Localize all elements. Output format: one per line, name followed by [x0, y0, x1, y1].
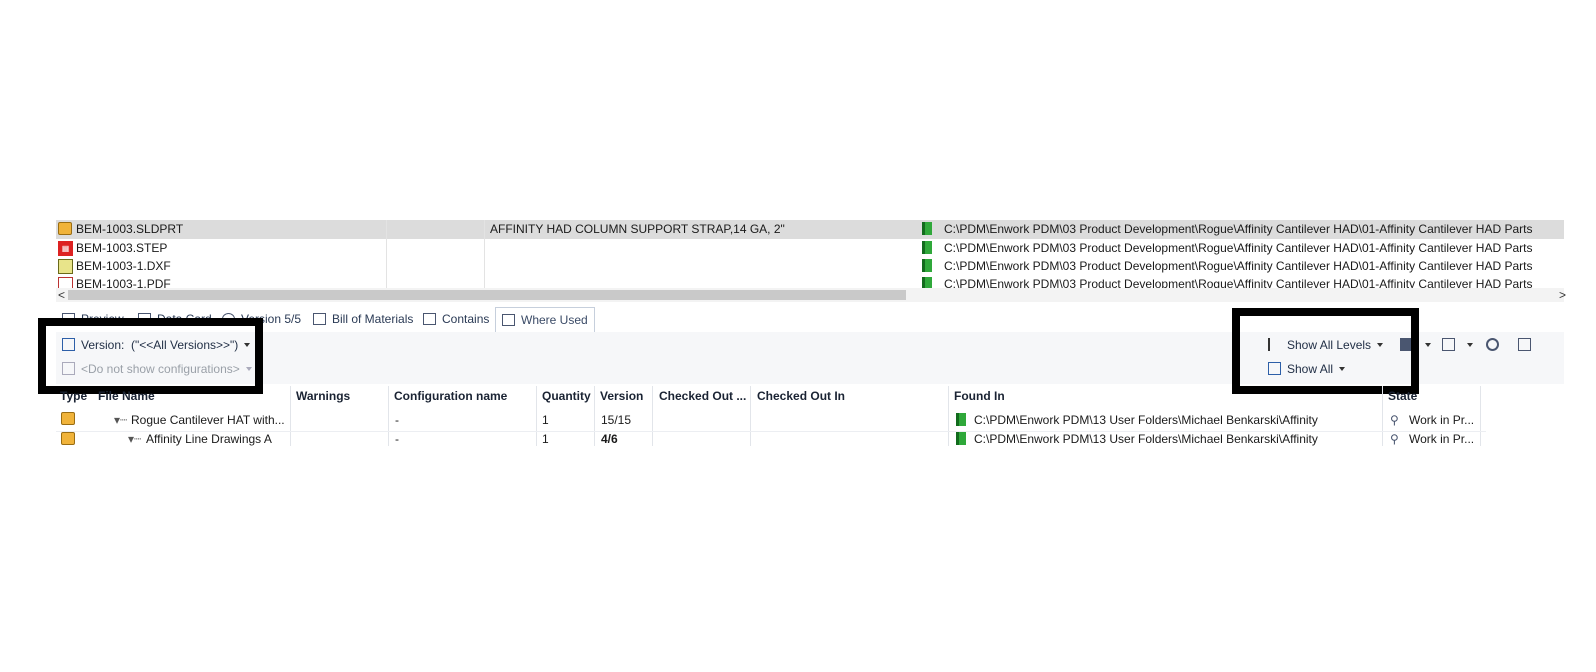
folder-icon [956, 432, 966, 446]
file-name: BEM-1003.SLDPRT [76, 222, 184, 236]
column-checked-out[interactable]: Checked Out ... [659, 389, 746, 403]
row-file-name: Rogue Cantilever HAT with... [131, 413, 285, 427]
export-dropdown[interactable] [1442, 338, 1473, 352]
dxf-icon [58, 259, 73, 274]
file-row[interactable]: BEM-1003-1.DXF C:\PDM\Enwork PDM\03 Prod… [56, 257, 1564, 276]
row-configuration: - [395, 432, 399, 446]
step-icon: ▦ [58, 241, 73, 256]
column-type[interactable]: Type [60, 389, 87, 403]
column-configuration[interactable]: Configuration name [394, 389, 507, 403]
file-path: C:\PDM\Enwork PDM\03 Product Development… [944, 259, 1533, 273]
table-icon [1518, 338, 1531, 351]
column-warnings[interactable]: Warnings [296, 389, 350, 403]
file-list: BEM-1003.SLDPRT AFFINITY HAD COLUMN SUPP… [56, 220, 1564, 292]
table-icon [313, 313, 326, 325]
gear-icon [1486, 338, 1499, 351]
row-configuration: - [395, 413, 399, 427]
file-name: BEM-1003.STEP [76, 241, 168, 255]
folder-icon [922, 222, 932, 238]
row-version: 4/6 [601, 432, 618, 446]
column-state[interactable]: State [1388, 389, 1417, 403]
workflow-state-icon: ⚲ [1390, 413, 1399, 427]
row-version: 15/15 [601, 413, 632, 427]
scroll-thumb[interactable] [68, 290, 906, 300]
column-divider [386, 220, 387, 290]
column-file-name[interactable]: File Name [98, 389, 155, 403]
file-row[interactable]: BEM-1003.SLDPRT AFFINITY HAD COLUMN SUPP… [56, 220, 1564, 239]
hierarchy-icon [423, 313, 436, 325]
drawing-icon [61, 432, 75, 446]
assembly-icon [61, 412, 75, 428]
file-path: C:\PDM\Enwork PDM\03 Product Development… [944, 241, 1533, 255]
settings-button[interactable] [1486, 338, 1505, 352]
file-path: C:\PDM\Enwork PDM\03 Product Development… [944, 222, 1533, 236]
column-checked-out-in[interactable]: Checked Out In [757, 389, 845, 403]
row-state: Work in Pr... [1409, 432, 1475, 446]
column-found-in[interactable]: Found In [954, 389, 1005, 403]
highlight-box [1232, 308, 1419, 394]
tab-contains[interactable]: Contains [423, 307, 489, 331]
export-icon [1442, 338, 1455, 351]
tab-label: Contains [442, 312, 490, 326]
where-used-icon [502, 314, 515, 326]
tab-where-used[interactable]: Where Used [495, 307, 595, 333]
row-file-name: Affinity Line Drawings A [146, 432, 272, 446]
folder-icon [922, 259, 932, 275]
highlight-box [38, 318, 263, 394]
file-description: AFFINITY HAD COLUMN SUPPORT STRAP,14 GA,… [490, 222, 785, 236]
folder-icon [922, 241, 932, 257]
row-quantity: 1 [542, 413, 549, 427]
sldprt-icon [58, 222, 73, 237]
file-row[interactable]: ▦ BEM-1003.STEP C:\PDM\Enwork PDM\03 Pro… [56, 239, 1564, 258]
tree-expander[interactable]: ▾┈ [114, 413, 127, 427]
scroll-left-arrow[interactable]: < [58, 288, 65, 302]
horizontal-scrollbar[interactable]: < > [56, 288, 1566, 302]
file-name: BEM-1003-1.DXF [76, 259, 171, 273]
scroll-right-arrow[interactable]: > [1559, 288, 1566, 302]
tab-label: Where Used [521, 313, 588, 327]
tab-bill-of-materials[interactable]: Bill of Materials [313, 307, 413, 331]
tab-label: Bill of Materials [332, 312, 414, 326]
row-state: Work in Pr... [1409, 413, 1475, 427]
table-row[interactable]: ▾┈ Affinity Line Drawings A - 1 4/6 C:\P… [56, 432, 1486, 446]
table-row[interactable]: ▾┈ Rogue Cantilever HAT with... - 1 15/1… [56, 408, 1486, 432]
column-divider [484, 220, 485, 290]
folder-icon [956, 413, 966, 429]
row-found-in: C:\PDM\Enwork PDM\13 User Folders\Michae… [974, 432, 1318, 446]
columns-button[interactable] [1518, 338, 1537, 352]
tree-expander[interactable]: ▾┈ [128, 432, 141, 446]
column-quantity[interactable]: Quantity [542, 389, 591, 403]
row-found-in: C:\PDM\Enwork PDM\13 User Folders\Michae… [974, 413, 1318, 427]
row-quantity: 1 [542, 432, 549, 446]
column-version[interactable]: Version [600, 389, 643, 403]
workflow-state-icon: ⚲ [1390, 432, 1399, 446]
grid-header: Type File Name Warnings Configuration na… [56, 386, 1486, 446]
